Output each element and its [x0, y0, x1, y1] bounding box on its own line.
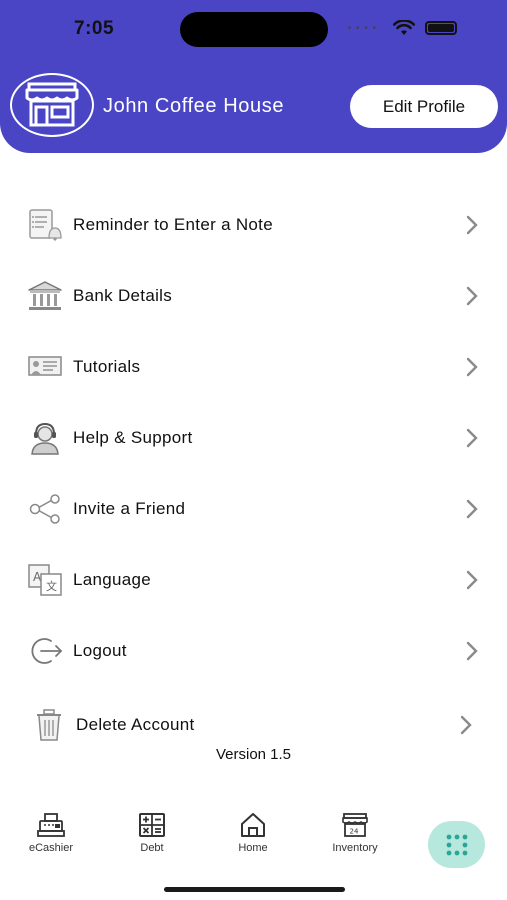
calculator-icon — [139, 813, 165, 837]
menu-item-label: Bank Details — [73, 286, 173, 305]
signal-icon: • • • • — [347, 22, 377, 34]
chevron-right-icon — [466, 215, 478, 235]
tab-label: Inventory — [332, 842, 378, 854]
chevron-right-icon — [466, 428, 478, 448]
chevron-right-icon — [466, 357, 478, 377]
support-agent-icon — [26, 419, 64, 457]
menu-item-label: Logout — [73, 641, 127, 660]
app-version: Version 1.5 — [215, 746, 292, 763]
menu-item-reminder[interactable]: Reminder to Enter a Note — [0, 200, 507, 250]
storefront-icon — [25, 82, 79, 127]
tab-label: Home — [238, 842, 268, 854]
chevron-right-icon — [466, 286, 478, 306]
home-indicator — [164, 887, 345, 892]
language-icon: A 文 — [26, 561, 64, 599]
tab-home[interactable]: Home — [213, 812, 293, 854]
menu-item-delete-account[interactable]: Delete Account — [0, 700, 507, 750]
bank-icon — [26, 277, 64, 315]
battery-icon — [425, 21, 457, 35]
bottom-tab-bar: eCashier Debt Home 24 Inventory — [0, 812, 507, 872]
wifi-icon — [393, 20, 415, 35]
profile-header: 7:05 • • • • John Coffee House Edit Prof… — [0, 0, 507, 153]
trash-icon — [30, 706, 68, 744]
note-reminder-icon — [26, 206, 64, 244]
dynamic-island — [180, 12, 328, 47]
chevron-right-icon — [466, 641, 478, 661]
menu-item-label: Reminder to Enter a Note — [73, 215, 273, 234]
cash-register-icon — [37, 813, 65, 837]
menu-item-tutorials[interactable]: Tutorials — [0, 342, 507, 392]
status-time: 7:05 — [74, 18, 115, 39]
menu-item-label: Language — [73, 570, 152, 589]
logout-icon — [26, 632, 64, 670]
tab-inventory[interactable]: 24 Inventory — [315, 812, 395, 854]
svg-text:24: 24 — [350, 828, 359, 836]
home-icon — [241, 813, 265, 837]
menu-item-label: Delete Account — [76, 715, 195, 734]
chevron-right-icon — [466, 499, 478, 519]
shop-avatar[interactable] — [10, 73, 94, 137]
chevron-right-icon — [466, 570, 478, 590]
tab-ecashier[interactable]: eCashier — [11, 812, 91, 854]
shop-name: John Coffee House — [103, 95, 285, 117]
svg-text:文: 文 — [46, 579, 57, 593]
tab-label: eCashier — [28, 842, 74, 854]
store-24-icon: 24 — [342, 813, 368, 837]
menu-item-label: Invite a Friend — [73, 499, 186, 518]
status-indicators: • • • • — [348, 20, 457, 36]
edit-profile-button[interactable]: Edit Profile — [350, 85, 498, 128]
menu-item-help-support[interactable]: Help & Support — [0, 413, 507, 463]
chevron-right-icon — [460, 715, 472, 735]
menu-item-label: Help & Support — [73, 428, 193, 447]
menu-item-invite-friend[interactable]: Invite a Friend — [0, 484, 507, 534]
menu-item-label: Tutorials — [73, 357, 141, 376]
menu-item-logout[interactable]: Logout — [0, 626, 507, 676]
menu-item-language[interactable]: A 文 Language — [0, 555, 507, 605]
tab-label: Debt — [140, 842, 164, 854]
menu-item-bank-details[interactable]: Bank Details — [0, 271, 507, 321]
tutorial-board-icon — [26, 348, 64, 386]
share-icon — [26, 490, 64, 528]
tab-debt[interactable]: Debt — [112, 812, 192, 854]
